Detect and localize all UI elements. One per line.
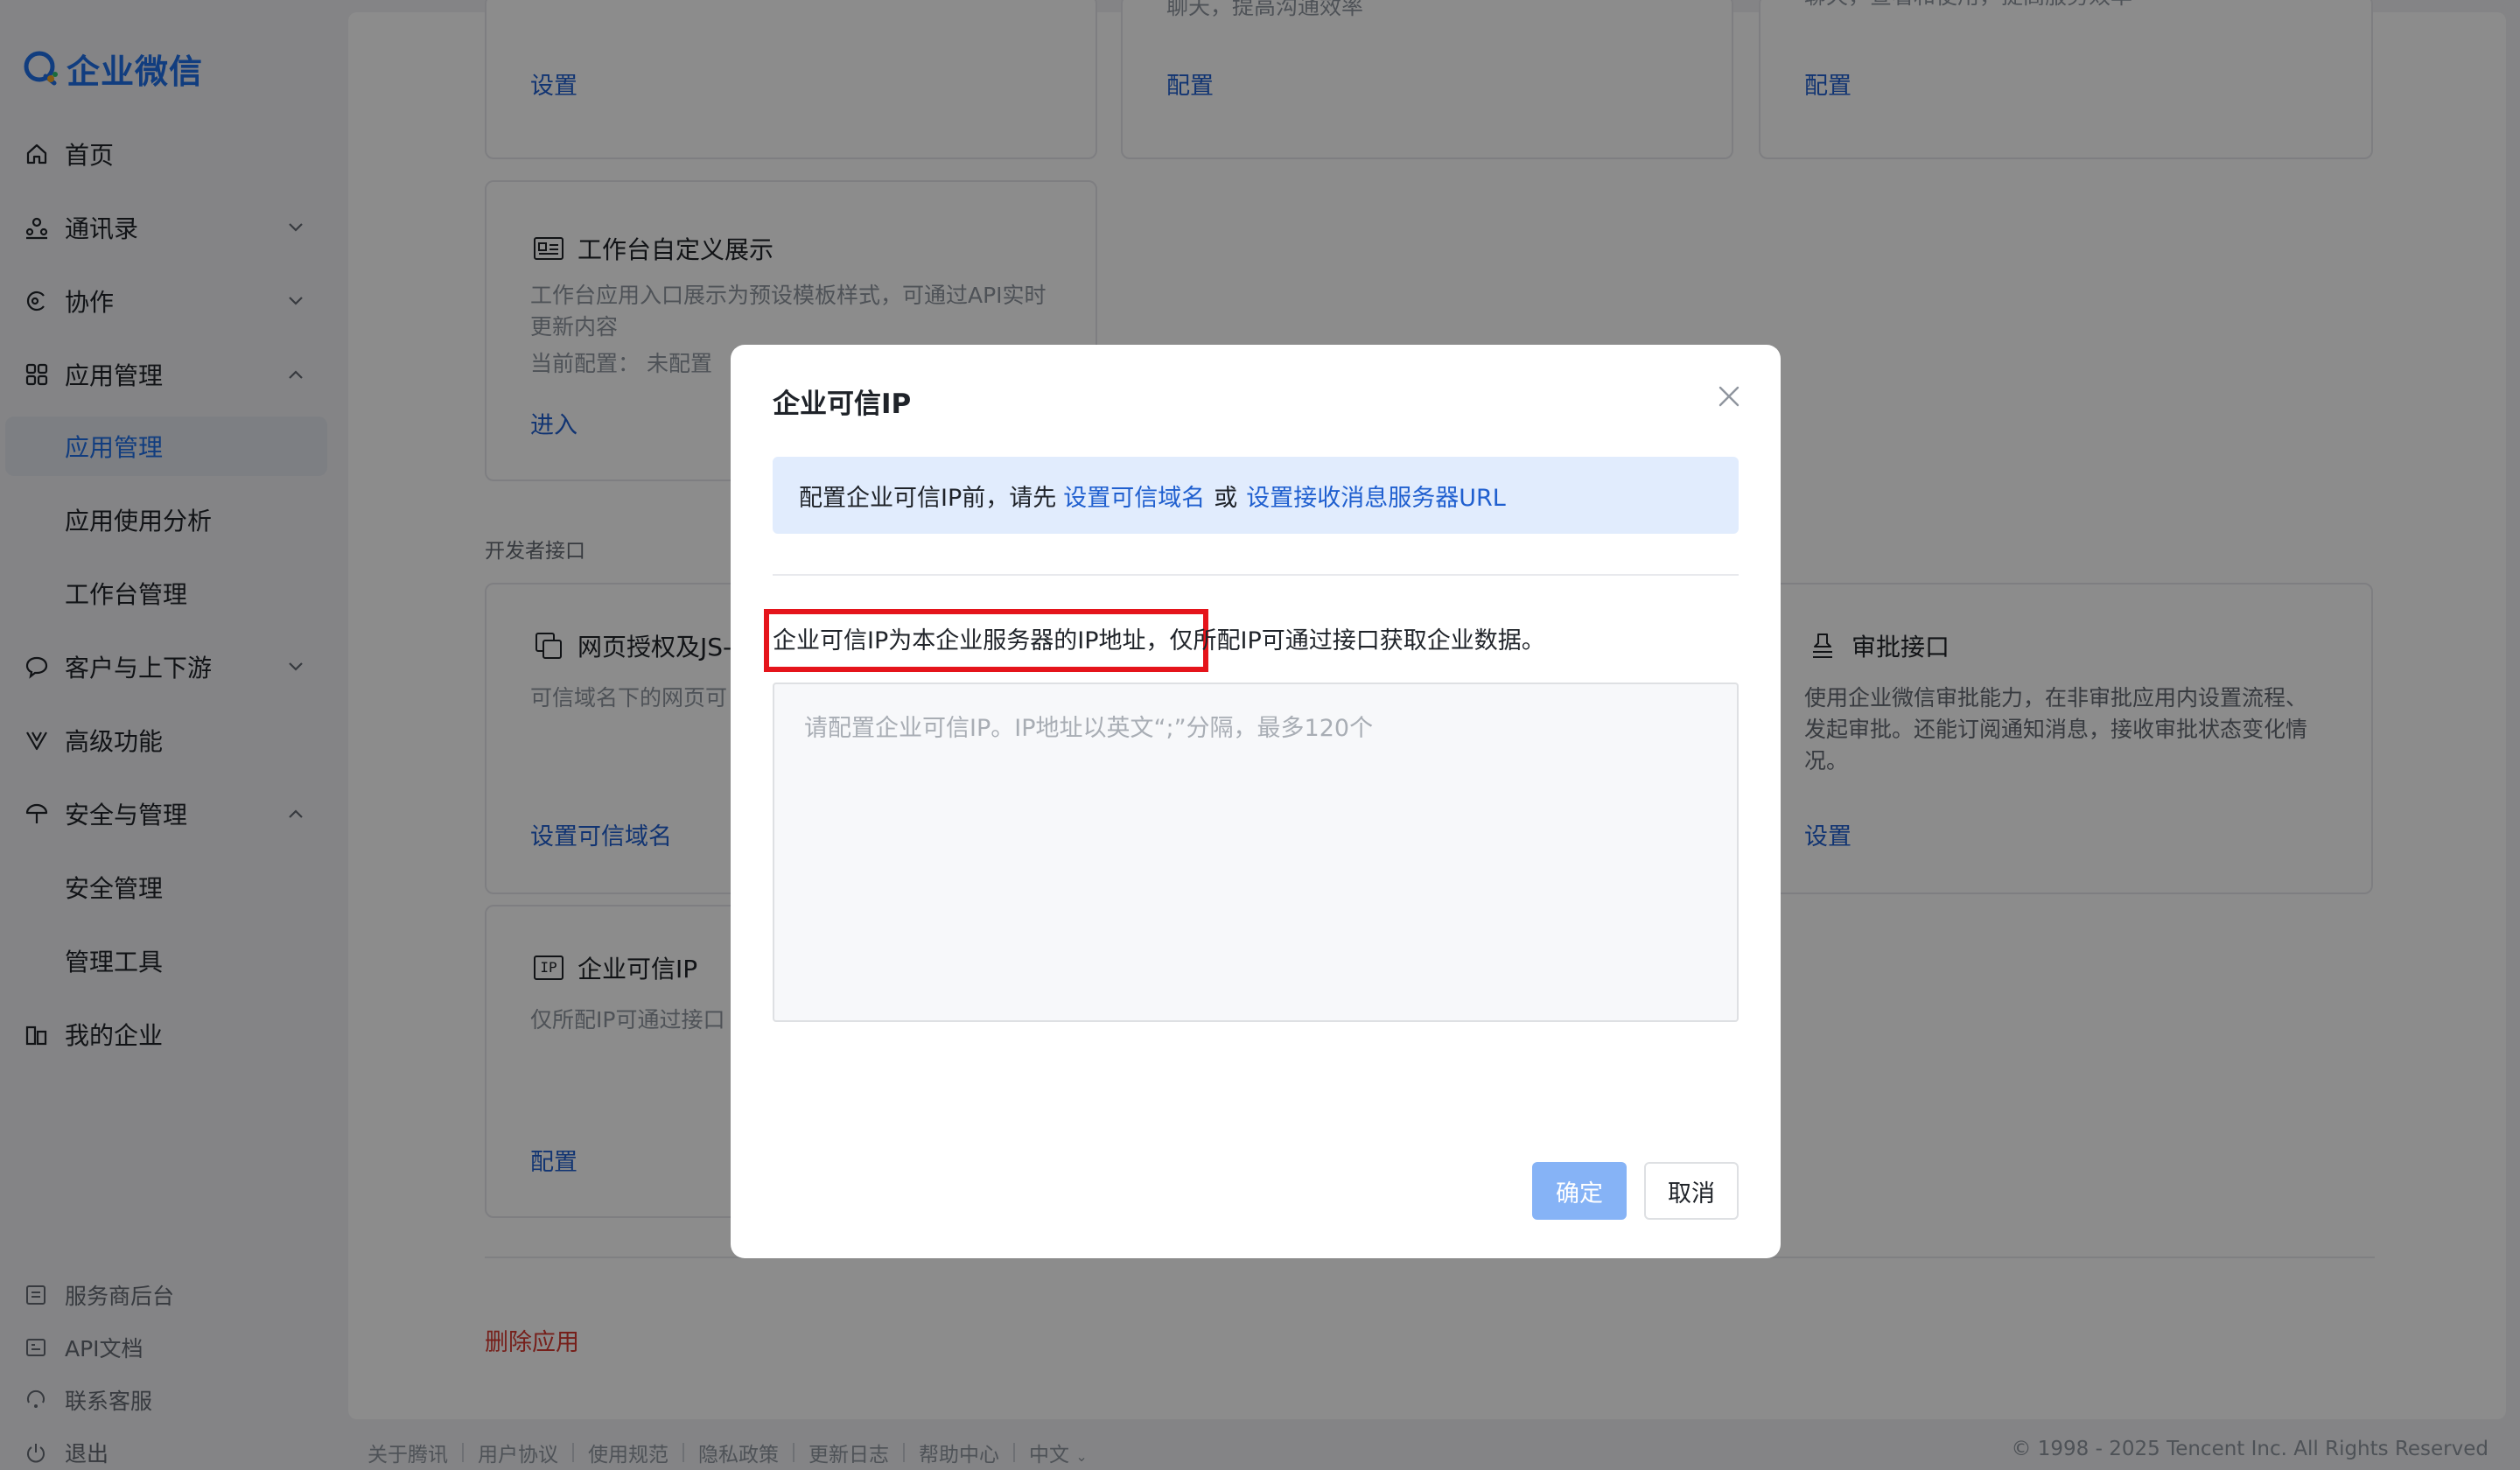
dialog-title: 企业可信IP bbox=[773, 388, 912, 420]
divider bbox=[773, 574, 1739, 576]
close-icon[interactable] bbox=[1716, 383, 1742, 410]
trusted-ip-dialog: 企业可信IP 配置企业可信IP前，请先 设置可信域名 或 设置接收消息服务器UR… bbox=[731, 345, 1781, 1258]
notice-banner: 配置企业可信IP前，请先 设置可信域名 或 设置接收消息服务器URL bbox=[773, 457, 1739, 534]
dialog-description: 企业可信IP为本企业服务器的IP地址，仅所配IP可通过接口获取企业数据。 bbox=[773, 627, 1545, 654]
set-message-server-url-link[interactable]: 设置接收消息服务器URL bbox=[1246, 479, 1506, 513]
cancel-button[interactable]: 取消 bbox=[1644, 1162, 1739, 1220]
trusted-ip-input[interactable] bbox=[773, 682, 1739, 1022]
confirm-button[interactable]: 确定 bbox=[1532, 1162, 1627, 1220]
set-trusted-domain-link[interactable]: 设置可信域名 bbox=[1063, 479, 1205, 513]
